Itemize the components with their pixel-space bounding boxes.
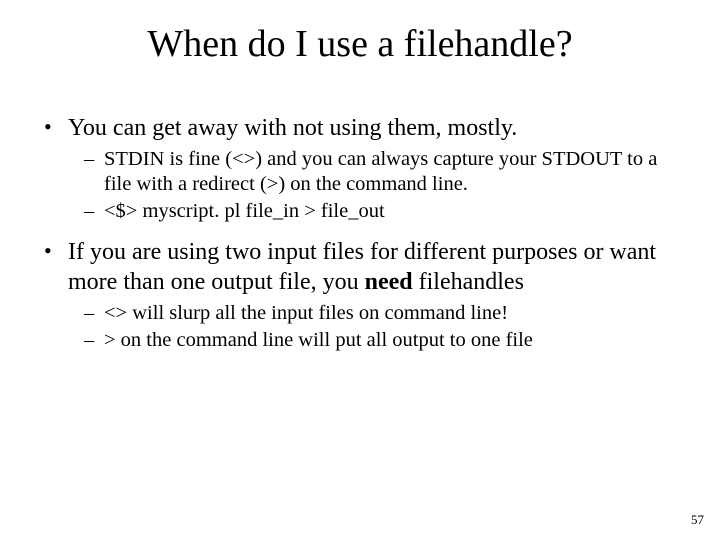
bullet-1-text: You can get away with not using them, mo… [68, 115, 517, 141]
bullet-2-bold: need [365, 269, 413, 295]
bullet-2-post: filehandles [413, 269, 524, 295]
bullet-list: You can get away with not using them, mo… [40, 114, 680, 353]
bullet-1: You can get away with not using them, mo… [40, 114, 680, 224]
bullet-1-sub-2: <$> myscript. pl file_in > file_out [84, 199, 680, 224]
bullet-2: If you are using two input files for dif… [40, 238, 680, 353]
slide-title: When do I use a filehandle? [0, 0, 720, 66]
bullet-2-sublist: <> will slurp all the input files on com… [68, 301, 680, 353]
bullet-2-sub-1: <> will slurp all the input files on com… [84, 301, 680, 326]
page-number: 57 [691, 512, 704, 528]
bullet-1-sublist: STDIN is fine (<>) and you can always ca… [68, 147, 680, 224]
bullet-1-sub-1: STDIN is fine (<>) and you can always ca… [84, 147, 680, 197]
bullet-2-pre: If you are using two input files for dif… [68, 239, 656, 294]
bullet-2-sub-2: > on the command line will put all outpu… [84, 328, 680, 353]
slide-body: You can get away with not using them, mo… [0, 66, 720, 353]
slide: When do I use a filehandle? You can get … [0, 0, 720, 540]
